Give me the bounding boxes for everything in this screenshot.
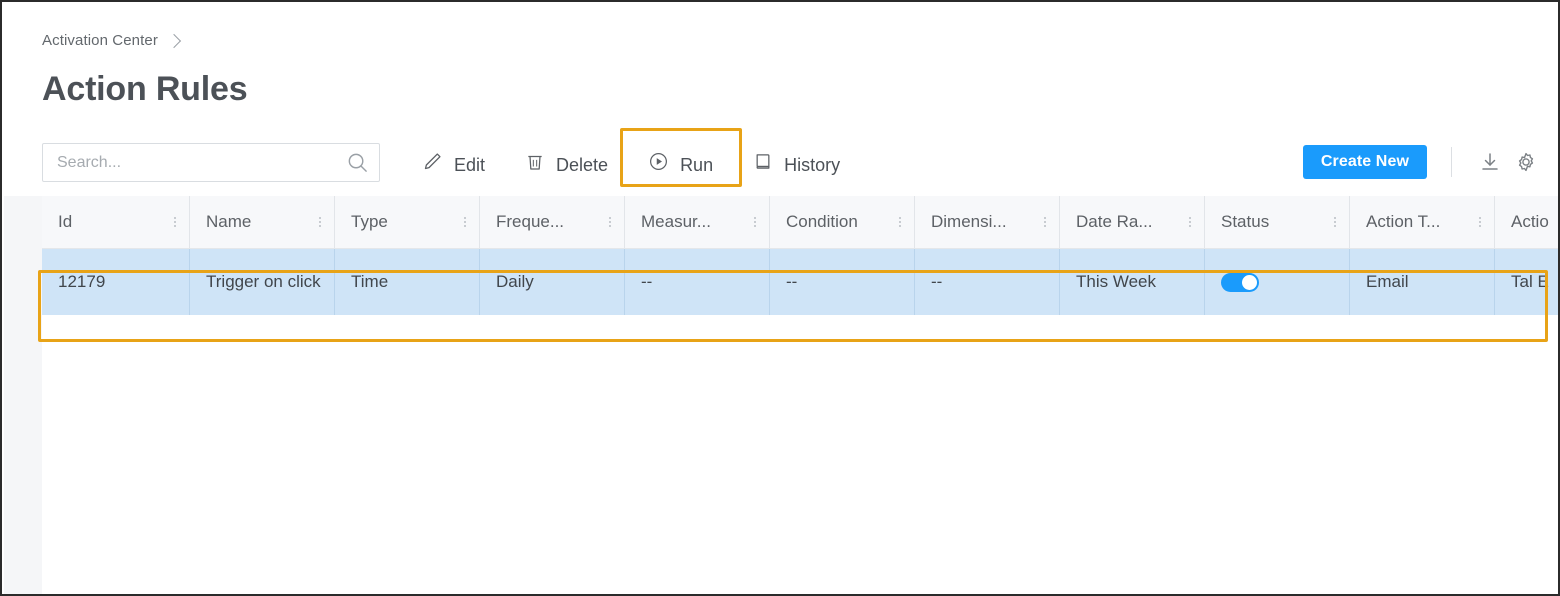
create-new-button[interactable]: Create New (1302, 145, 1427, 179)
cell-id: 12179 (42, 249, 190, 315)
gear-icon[interactable] (1508, 144, 1544, 180)
cell-condition: -- (770, 249, 915, 315)
toolbar-right-group: Create New (1302, 140, 1544, 184)
toolbar-divider (1451, 147, 1452, 177)
history-button-label: History (784, 155, 841, 175)
column-menu-icon[interactable] (1334, 217, 1336, 227)
column-header-frequency[interactable]: Freque... (480, 196, 625, 248)
delete-button-label: Delete (556, 155, 609, 175)
column-header-label: Actio (1511, 212, 1549, 231)
toolbar-actions: Edit Delete Run History (402, 145, 860, 183)
cell-frequency: Daily (480, 249, 625, 315)
history-button[interactable]: History (733, 145, 860, 183)
column-header-condition[interactable]: Condition (770, 196, 915, 248)
status-toggle[interactable] (1221, 272, 1259, 292)
page-title: Action Rules (42, 70, 248, 108)
column-header-name[interactable]: Name (190, 196, 335, 248)
cell-type: Time (335, 249, 480, 315)
grid-area: Id Name Type Freque... Measur... Conditi… (4, 196, 1558, 594)
column-header-label: Measur... (641, 212, 711, 231)
cell-action-type: Email (1350, 249, 1495, 315)
column-menu-icon[interactable] (319, 217, 321, 227)
pencil-icon (422, 151, 443, 177)
chevron-right-icon (166, 33, 181, 48)
column-header-label: Condition (786, 212, 858, 231)
column-header-label: Id (58, 212, 73, 231)
column-header-dimension[interactable]: Dimensi... (915, 196, 1060, 248)
column-menu-icon[interactable] (1189, 217, 1191, 227)
column-menu-icon[interactable] (1044, 217, 1046, 227)
cell-measure: -- (625, 249, 770, 315)
column-header-label: Date Ra... (1076, 212, 1153, 231)
cell-name: Trigger on click (190, 249, 335, 315)
column-menu-icon[interactable] (754, 217, 756, 227)
page-header: Activation Center Action Rules Search...… (4, 4, 1558, 196)
column-header-label: Type (351, 212, 388, 231)
action-rules-table: Id Name Type Freque... Measur... Conditi… (42, 196, 1558, 594)
trash-icon (525, 151, 545, 177)
search-input[interactable] (43, 144, 335, 181)
run-button[interactable]: Run (628, 145, 733, 183)
cell-dimension: -- (915, 249, 1060, 315)
book-icon (753, 151, 773, 177)
column-header-date-range[interactable]: Date Ra... (1060, 196, 1205, 248)
edit-button[interactable]: Edit (402, 145, 505, 183)
cell-date-range: This Week (1060, 249, 1205, 315)
column-header-status[interactable]: Status (1205, 196, 1350, 248)
download-icon[interactable] (1472, 144, 1508, 180)
toolbar: Edit Delete (42, 143, 1544, 185)
breadcrumb-item-activation-center[interactable]: Activation Center (42, 32, 158, 49)
grid-left-gutter (4, 196, 42, 594)
column-header-label: Action T... (1366, 212, 1441, 231)
column-header-type[interactable]: Type (335, 196, 480, 248)
column-menu-icon[interactable] (464, 217, 466, 227)
cell-action-owner: Tal E (1511, 272, 1549, 291)
search-icon[interactable] (335, 144, 379, 181)
delete-button[interactable]: Delete (505, 145, 628, 183)
table-empty-space (42, 315, 1558, 594)
column-header-action-owner[interactable]: Actio (1495, 196, 1558, 248)
cell-status (1205, 249, 1350, 315)
column-header-measure[interactable]: Measur... (625, 196, 770, 248)
column-header-id[interactable]: Id (42, 196, 190, 248)
column-menu-icon[interactable] (1479, 217, 1481, 227)
toggle-knob (1242, 274, 1257, 290)
column-header-label: Freque... (496, 212, 565, 231)
column-header-action-type[interactable]: Action T... (1350, 196, 1495, 248)
table-header-row: Id Name Type Freque... Measur... Conditi… (42, 196, 1558, 249)
column-menu-icon[interactable] (174, 217, 176, 227)
column-header-label: Status (1221, 212, 1270, 231)
action-rules-screen: Activation Center Action Rules Search...… (0, 0, 1560, 596)
column-header-label: Dimensi... (931, 212, 1007, 231)
edit-button-label: Edit (454, 155, 486, 175)
run-button-label: Run (680, 155, 714, 175)
table-body: 12179 Trigger on click Time Daily -- -- … (42, 249, 1558, 594)
play-circle-icon (648, 151, 669, 177)
search-box[interactable] (42, 143, 380, 182)
column-header-label: Name (206, 212, 252, 231)
table-row[interactable]: 12179 Trigger on click Time Daily -- -- … (42, 249, 1558, 315)
column-menu-icon[interactable] (609, 217, 611, 227)
column-menu-icon[interactable] (899, 217, 901, 227)
breadcrumb: Activation Center (42, 32, 181, 49)
